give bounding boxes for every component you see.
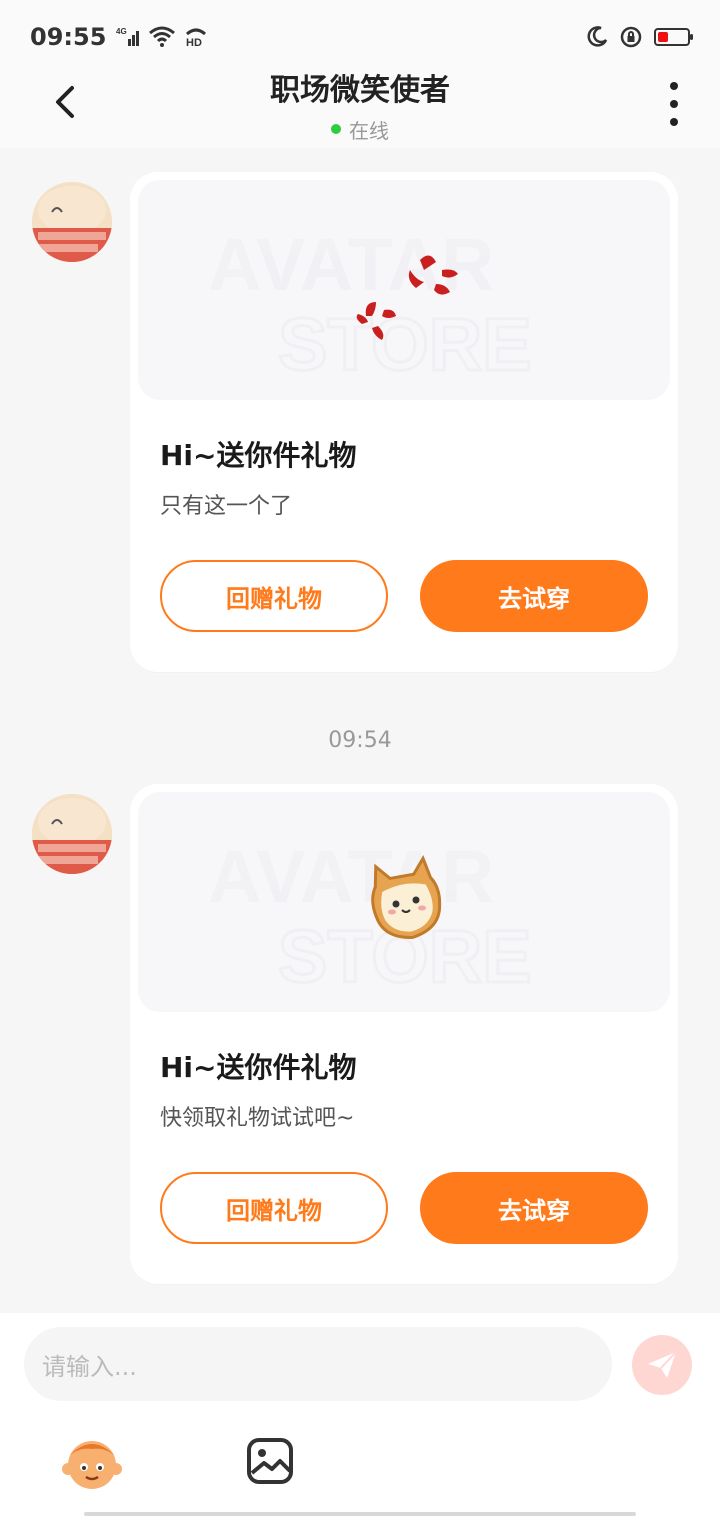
message-input[interactable]: 请输入...	[24, 1327, 612, 1401]
status-right	[586, 26, 693, 48]
title-block: 职场微笑使者 在线	[270, 65, 450, 144]
chevron-left-icon	[56, 86, 74, 118]
status-bar: 09:55 4G HD	[0, 0, 720, 74]
chat-header: 职场微笑使者 在线	[0, 64, 720, 148]
page-title: 职场微笑使者	[270, 72, 450, 108]
moon-icon	[586, 26, 608, 48]
avatar-sticker-button[interactable]	[60, 1433, 124, 1497]
time-separator: 09:54	[328, 728, 392, 753]
status-time: 09:55	[30, 23, 107, 51]
avatar-face-icon	[62, 1441, 122, 1489]
battery-icon	[654, 28, 693, 46]
hd-icon: HD	[184, 26, 208, 48]
try-on-button[interactable]: 去试穿	[420, 1172, 648, 1244]
status-icons: 4G HD	[116, 26, 208, 48]
input-panel: 请输入...	[0, 1313, 720, 1520]
network-badge: 4G	[116, 27, 127, 36]
signal-icon: 4G	[116, 27, 140, 47]
gift-subtitle: 只有这一个了	[160, 494, 293, 519]
avatar[interactable]	[32, 182, 112, 262]
more-dot	[670, 118, 678, 126]
wifi-icon	[148, 26, 176, 48]
gift-preview: AVATAR STORE	[138, 180, 670, 400]
watermark-line1: AVATAR	[208, 835, 494, 918]
send-button[interactable]	[632, 1335, 692, 1395]
top-bar: 09:55 4G HD 职场微笑使者 在线	[0, 0, 720, 148]
return-gift-button[interactable]: 回赠礼物	[160, 560, 388, 632]
image-button[interactable]	[244, 1435, 296, 1487]
paper-plane-icon	[648, 1351, 677, 1378]
online-status: 在线	[270, 115, 450, 144]
status-left: 09:55 4G HD	[30, 23, 208, 51]
hd-badge: HD	[186, 37, 202, 48]
gift-heading: Hi~送你件礼物	[160, 439, 357, 472]
toast-cat-icon	[371, 854, 442, 939]
gift-card: AVATAR STORE Hi~送你件礼物 只有这一个了 回赠礼物 去试穿	[130, 172, 678, 672]
gift-subtitle: 快领取礼物试试吧~	[160, 1106, 355, 1131]
more-dot	[670, 82, 678, 90]
online-label: 在线	[349, 118, 389, 143]
more-dot	[670, 100, 678, 108]
chat-list[interactable]: AVATAR STORE Hi~送你件礼物 只有这一个了 回赠礼物 去试穿 09…	[0, 148, 720, 1313]
online-dot	[331, 124, 341, 134]
more-menu-button[interactable]	[662, 82, 686, 126]
avatar[interactable]	[32, 794, 112, 874]
rotation-lock-icon	[620, 26, 642, 48]
gift-preview: AVATAR STORE	[138, 792, 670, 1012]
gift-heading: Hi~送你件礼物	[160, 1051, 357, 1084]
back-button[interactable]	[46, 82, 86, 122]
image-icon	[247, 1438, 293, 1484]
try-on-button[interactable]: 去试穿	[420, 560, 648, 632]
gift-card: AVATAR STORE Hi~送你件礼物 快领取礼物试试吧~ 回赠礼物 去试穿	[130, 784, 678, 1284]
bottom-nav-indicator	[84, 1512, 636, 1516]
angry-vein-icon	[356, 255, 458, 340]
return-gift-button[interactable]: 回赠礼物	[160, 1172, 388, 1244]
